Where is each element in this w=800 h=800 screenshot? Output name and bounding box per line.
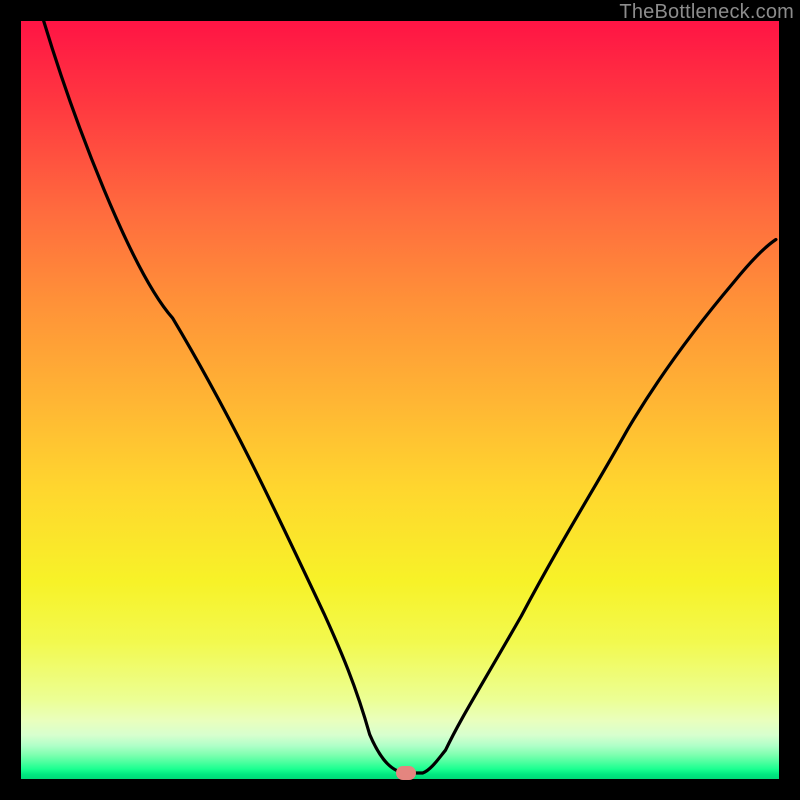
chart-stage: TheBottleneck.com (0, 0, 800, 800)
plot-area (21, 21, 779, 779)
bottleneck-curve-path (44, 21, 776, 773)
optimal-point-marker (396, 766, 416, 780)
curve-svg (21, 21, 779, 779)
watermark-text: TheBottleneck.com (619, 1, 794, 24)
